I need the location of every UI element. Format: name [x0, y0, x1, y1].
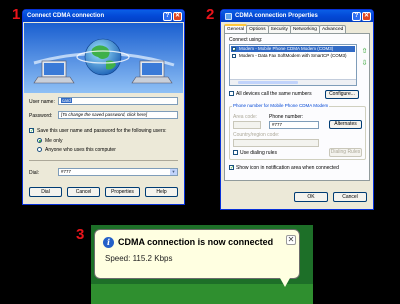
dial-label: Dial:: [29, 170, 40, 176]
show-icon-checkbox[interactable]: ✓: [229, 165, 234, 171]
radio-me-only-label: Me only: [45, 138, 63, 144]
divider: [29, 160, 178, 161]
help-button[interactable]: Help: [145, 187, 178, 197]
user-name-label: User name:: [29, 99, 55, 105]
info-icon: i: [103, 237, 114, 248]
connect-dialog: Connect CDMA connection ? ✕ User name: c…: [22, 9, 185, 205]
move-down-icon[interactable]: ⇩: [361, 60, 368, 67]
list-item[interactable]: Modem - Data Fax SoftModem with SmartCP …: [231, 53, 355, 59]
country-code-select: [233, 139, 319, 147]
dialing-rules-label: Use dialing rules: [240, 150, 277, 156]
properties-button[interactable]: Properties: [105, 187, 140, 197]
close-icon[interactable]: ✕: [286, 235, 296, 245]
help-icon[interactable]: ?: [163, 11, 172, 21]
all-devices-checkbox[interactable]: [229, 91, 234, 96]
device-label: Modem - Data Fax SoftModem with SmartCP …: [239, 53, 347, 58]
device-checkbox[interactable]: [232, 53, 236, 58]
area-code-label: Area code:: [233, 114, 258, 120]
dial-value: #777: [61, 169, 72, 174]
step-number-2: 2: [206, 6, 215, 23]
connect-using-label: Connect using:: [229, 37, 263, 43]
configure-button[interactable]: Configure...: [325, 90, 359, 99]
network-banner-image: [24, 23, 183, 93]
step-number-3: 3: [76, 226, 85, 243]
cancel-button[interactable]: Cancel: [333, 192, 367, 202]
properties-dialog-title: CDMA connection Properties: [235, 13, 318, 19]
cancel-button[interactable]: Cancel: [67, 187, 100, 197]
phone-number-input[interactable]: #777: [269, 121, 319, 129]
password-label: Password:: [29, 113, 53, 119]
chevron-down-icon[interactable]: ▼: [170, 169, 177, 175]
ok-button[interactable]: OK: [294, 192, 328, 202]
save-password-label: Save this user name and password for the…: [37, 128, 167, 134]
device-list[interactable]: ✓ Modem - Mobile Phone CDMA Modem (COM3)…: [229, 44, 357, 86]
close-icon[interactable]: ✕: [173, 11, 182, 21]
dialing-rules-checkbox[interactable]: [233, 150, 238, 155]
network-connection-icon: [225, 12, 232, 20]
dial-select[interactable]: #777 ▼: [58, 168, 178, 176]
move-up-icon[interactable]: ⇧: [361, 48, 368, 55]
dial-button[interactable]: Dial: [29, 187, 62, 197]
help-icon[interactable]: ?: [352, 11, 361, 21]
horizontal-scrollbar[interactable]: [230, 79, 356, 85]
country-code-label: Country/region code:: [233, 132, 280, 138]
device-checkbox[interactable]: ✓: [232, 46, 236, 51]
balloon-tail: [280, 278, 290, 287]
balloon-title: CDMA connection is now connected: [118, 237, 274, 247]
area-code-input: [233, 121, 261, 129]
properties-dialog: CDMA connection Properties ? ✕ General O…: [220, 9, 374, 210]
connect-dialog-titlebar[interactable]: Connect CDMA connection ? ✕: [23, 10, 184, 22]
alternates-button[interactable]: Alternates: [329, 120, 362, 129]
save-password-checkbox[interactable]: ✓: [29, 128, 34, 134]
radio-me-only[interactable]: [37, 138, 42, 143]
phone-number-label: Phone number:: [269, 114, 304, 120]
general-tab-panel: Connect using: ✓ Modem - Mobile Phone CD…: [224, 33, 370, 181]
properties-dialog-titlebar[interactable]: CDMA connection Properties ? ✕: [221, 10, 373, 22]
show-icon-label: Show icon in notification area when conn…: [236, 165, 339, 171]
device-label: Modem - Mobile Phone CDMA Modem (COM3): [239, 46, 334, 51]
close-icon[interactable]: ✕: [362, 11, 371, 21]
list-item[interactable]: ✓ Modem - Mobile Phone CDMA Modem (COM3): [231, 46, 355, 52]
user-name-value: card: [61, 98, 72, 103]
password-input[interactable]: [To change the saved password, click her…: [58, 111, 178, 119]
dialing-rules-button: Dialing Rules: [329, 148, 362, 157]
connect-dialog-title: Connect CDMA connection: [27, 13, 105, 19]
phone-group-title: Phone number for Mobile Phone CDMA Modem: [232, 103, 330, 108]
radio-anyone-label: Anyone who uses this computer: [45, 147, 116, 153]
user-name-input[interactable]: card: [58, 97, 178, 105]
all-devices-label: All devices call the same numbers: [236, 91, 312, 97]
balloon-speed-text: Speed: 115.2 Kbps: [105, 254, 173, 263]
step-number-1: 1: [12, 6, 21, 23]
scroll-thumb[interactable]: [238, 81, 298, 84]
radio-anyone[interactable]: [37, 147, 42, 152]
